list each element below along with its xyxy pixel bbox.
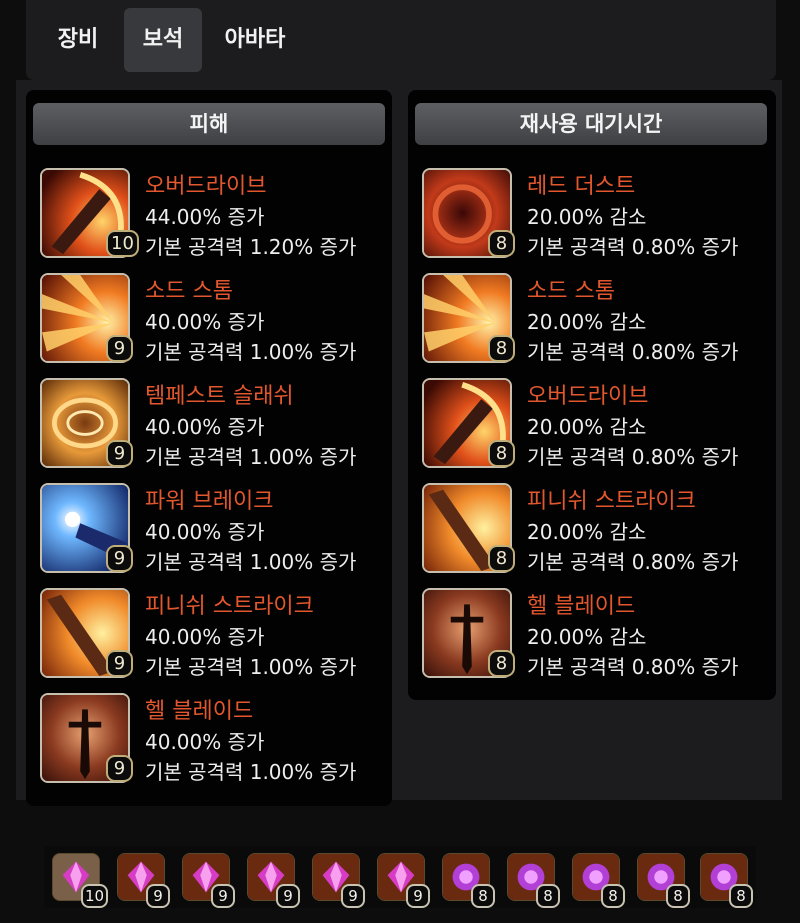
skill-name: 오버드라이브 <box>145 174 267 199</box>
gem-slot-level: 10 <box>81 884 109 908</box>
gem-slot[interactable]: 8 <box>572 853 625 908</box>
equipped-gem-strip: 10 9 9 9 9 9 8 8 8 8 8 <box>44 846 756 908</box>
gem-level-badge: 9 <box>106 335 133 362</box>
skill-name: 오버드라이브 <box>527 384 649 409</box>
gem-level-badge: 8 <box>488 650 515 677</box>
gem-entry[interactable]: 10 오버드라이브 44.00% 증가 기본 공격력 1.20% 증가 <box>40 168 385 260</box>
gem-slot[interactable]: 8 <box>507 853 560 908</box>
cooldown-panel: 재사용 대기시간 8 레드 더스트 20.00% 감소 기본 공격력 0.80%… <box>408 90 776 700</box>
gem-base-attack: 기본 공격력 0.80% 증가 <box>527 445 739 469</box>
gem-slot[interactable]: 8 <box>442 853 495 908</box>
gem-slot-level: 8 <box>471 884 495 908</box>
gem-base-attack: 기본 공격력 1.20% 증가 <box>145 235 357 259</box>
cooldown-panel-title: 재사용 대기시간 <box>415 103 767 145</box>
gem-effect: 44.00% 증가 <box>145 205 265 229</box>
gem-level-badge: 8 <box>488 230 515 257</box>
gem-slot-level: 8 <box>729 884 753 908</box>
damage-panel: 피해 10 오버드라이브 44.00% 증가 기본 공격력 1.20% 증가 9… <box>26 90 392 806</box>
gem-effect: 40.00% 증가 <box>145 415 265 439</box>
gem-slot-level: 8 <box>536 884 560 908</box>
gem-entry[interactable]: 8 피니쉬 스트라이크 20.00% 감소 기본 공격력 0.80% 증가 <box>422 483 767 575</box>
gem-entry[interactable]: 9 템페스트 슬래쉬 40.00% 증가 기본 공격력 1.00% 증가 <box>40 378 385 470</box>
gem-slot-level: 9 <box>341 884 365 908</box>
skill-name: 피니쉬 스트라이크 <box>145 594 314 619</box>
gem-level-badge: 8 <box>488 335 515 362</box>
gem-slot-level: 9 <box>276 884 300 908</box>
gem-slot-level: 9 <box>211 884 235 908</box>
gem-level-badge: 9 <box>106 650 133 677</box>
gem-effect: 40.00% 증가 <box>145 520 265 544</box>
tab-avatar[interactable]: 아바타 <box>212 8 298 72</box>
gem-level-badge: 9 <box>106 440 133 467</box>
gem-effect: 40.00% 증가 <box>145 310 265 334</box>
gem-entry[interactable]: 8 오버드라이브 20.00% 감소 기본 공격력 0.80% 증가 <box>422 378 767 470</box>
gem-entry[interactable]: 9 피니쉬 스트라이크 40.00% 증가 기본 공격력 1.00% 증가 <box>40 588 385 680</box>
gem-slot[interactable]: 10 <box>52 853 109 908</box>
gem-entry[interactable]: 8 헬 블레이드 20.00% 감소 기본 공격력 0.80% 증가 <box>422 588 767 680</box>
gem-level-badge: 9 <box>106 545 133 572</box>
tab-bar: 장비 보석 아바타 <box>26 0 776 80</box>
skill-name: 헬 블레이드 <box>527 594 636 619</box>
gem-base-attack: 기본 공격력 0.80% 증가 <box>527 235 739 259</box>
gem-slot-level: 9 <box>146 884 170 908</box>
gem-slot-level: 8 <box>666 884 690 908</box>
gem-slot[interactable]: 9 <box>117 853 170 908</box>
gem-base-attack: 기본 공격력 0.80% 증가 <box>527 655 739 679</box>
skill-name: 소드 스톰 <box>145 279 233 304</box>
gem-effect: 40.00% 증가 <box>145 625 265 649</box>
skill-name: 파워 브레이크 <box>145 489 274 514</box>
gem-slot[interactable]: 9 <box>312 853 365 908</box>
gem-base-attack: 기본 공격력 0.80% 증가 <box>527 340 739 364</box>
gem-slot[interactable]: 9 <box>182 853 235 908</box>
skill-name: 피니쉬 스트라이크 <box>527 489 696 514</box>
gem-slot[interactable]: 9 <box>247 853 300 908</box>
gem-base-attack: 기본 공격력 1.00% 증가 <box>145 550 357 574</box>
gem-level-badge: 9 <box>106 755 133 782</box>
gem-level-badge: 8 <box>488 545 515 572</box>
gem-slot[interactable]: 8 <box>637 853 690 908</box>
gem-slot-level: 8 <box>601 884 625 908</box>
gem-entry[interactable]: 8 소드 스톰 20.00% 감소 기본 공격력 0.80% 증가 <box>422 273 767 365</box>
gem-base-attack: 기본 공격력 1.00% 증가 <box>145 760 357 784</box>
gem-effect: 20.00% 감소 <box>527 310 647 334</box>
gem-entry[interactable]: 8 레드 더스트 20.00% 감소 기본 공격력 0.80% 증가 <box>422 168 767 260</box>
gem-entry[interactable]: 9 헬 블레이드 40.00% 증가 기본 공격력 1.00% 증가 <box>40 693 385 785</box>
gem-entry[interactable]: 9 소드 스톰 40.00% 증가 기본 공격력 1.00% 증가 <box>40 273 385 365</box>
gem-level-badge: 10 <box>106 230 139 257</box>
gem-base-attack: 기본 공격력 0.80% 증가 <box>527 550 739 574</box>
gem-entry[interactable]: 9 파워 브레이크 40.00% 증가 기본 공격력 1.00% 증가 <box>40 483 385 575</box>
skill-name: 소드 스톰 <box>527 279 615 304</box>
gem-base-attack: 기본 공격력 1.00% 증가 <box>145 445 357 469</box>
gem-base-attack: 기본 공격력 1.00% 증가 <box>145 655 357 679</box>
skill-name: 레드 더스트 <box>527 174 636 199</box>
gem-slot[interactable]: 9 <box>377 853 430 908</box>
gem-effect: 20.00% 감소 <box>527 205 647 229</box>
skill-name: 템페스트 슬래쉬 <box>145 384 294 409</box>
gem-effect: 40.00% 증가 <box>145 730 265 754</box>
skill-name: 헬 블레이드 <box>145 699 254 724</box>
gem-effect: 20.00% 감소 <box>527 625 647 649</box>
tab-gems[interactable]: 보석 <box>124 8 202 72</box>
damage-panel-title: 피해 <box>33 103 385 145</box>
gem-level-badge: 8 <box>488 440 515 467</box>
gem-slot[interactable]: 8 <box>700 853 753 908</box>
gem-effect: 20.00% 감소 <box>527 520 647 544</box>
tab-equipment[interactable]: 장비 <box>48 8 108 72</box>
gem-slot-level: 9 <box>406 884 430 908</box>
gem-base-attack: 기본 공격력 1.00% 증가 <box>145 340 357 364</box>
gem-effect: 20.00% 감소 <box>527 415 647 439</box>
